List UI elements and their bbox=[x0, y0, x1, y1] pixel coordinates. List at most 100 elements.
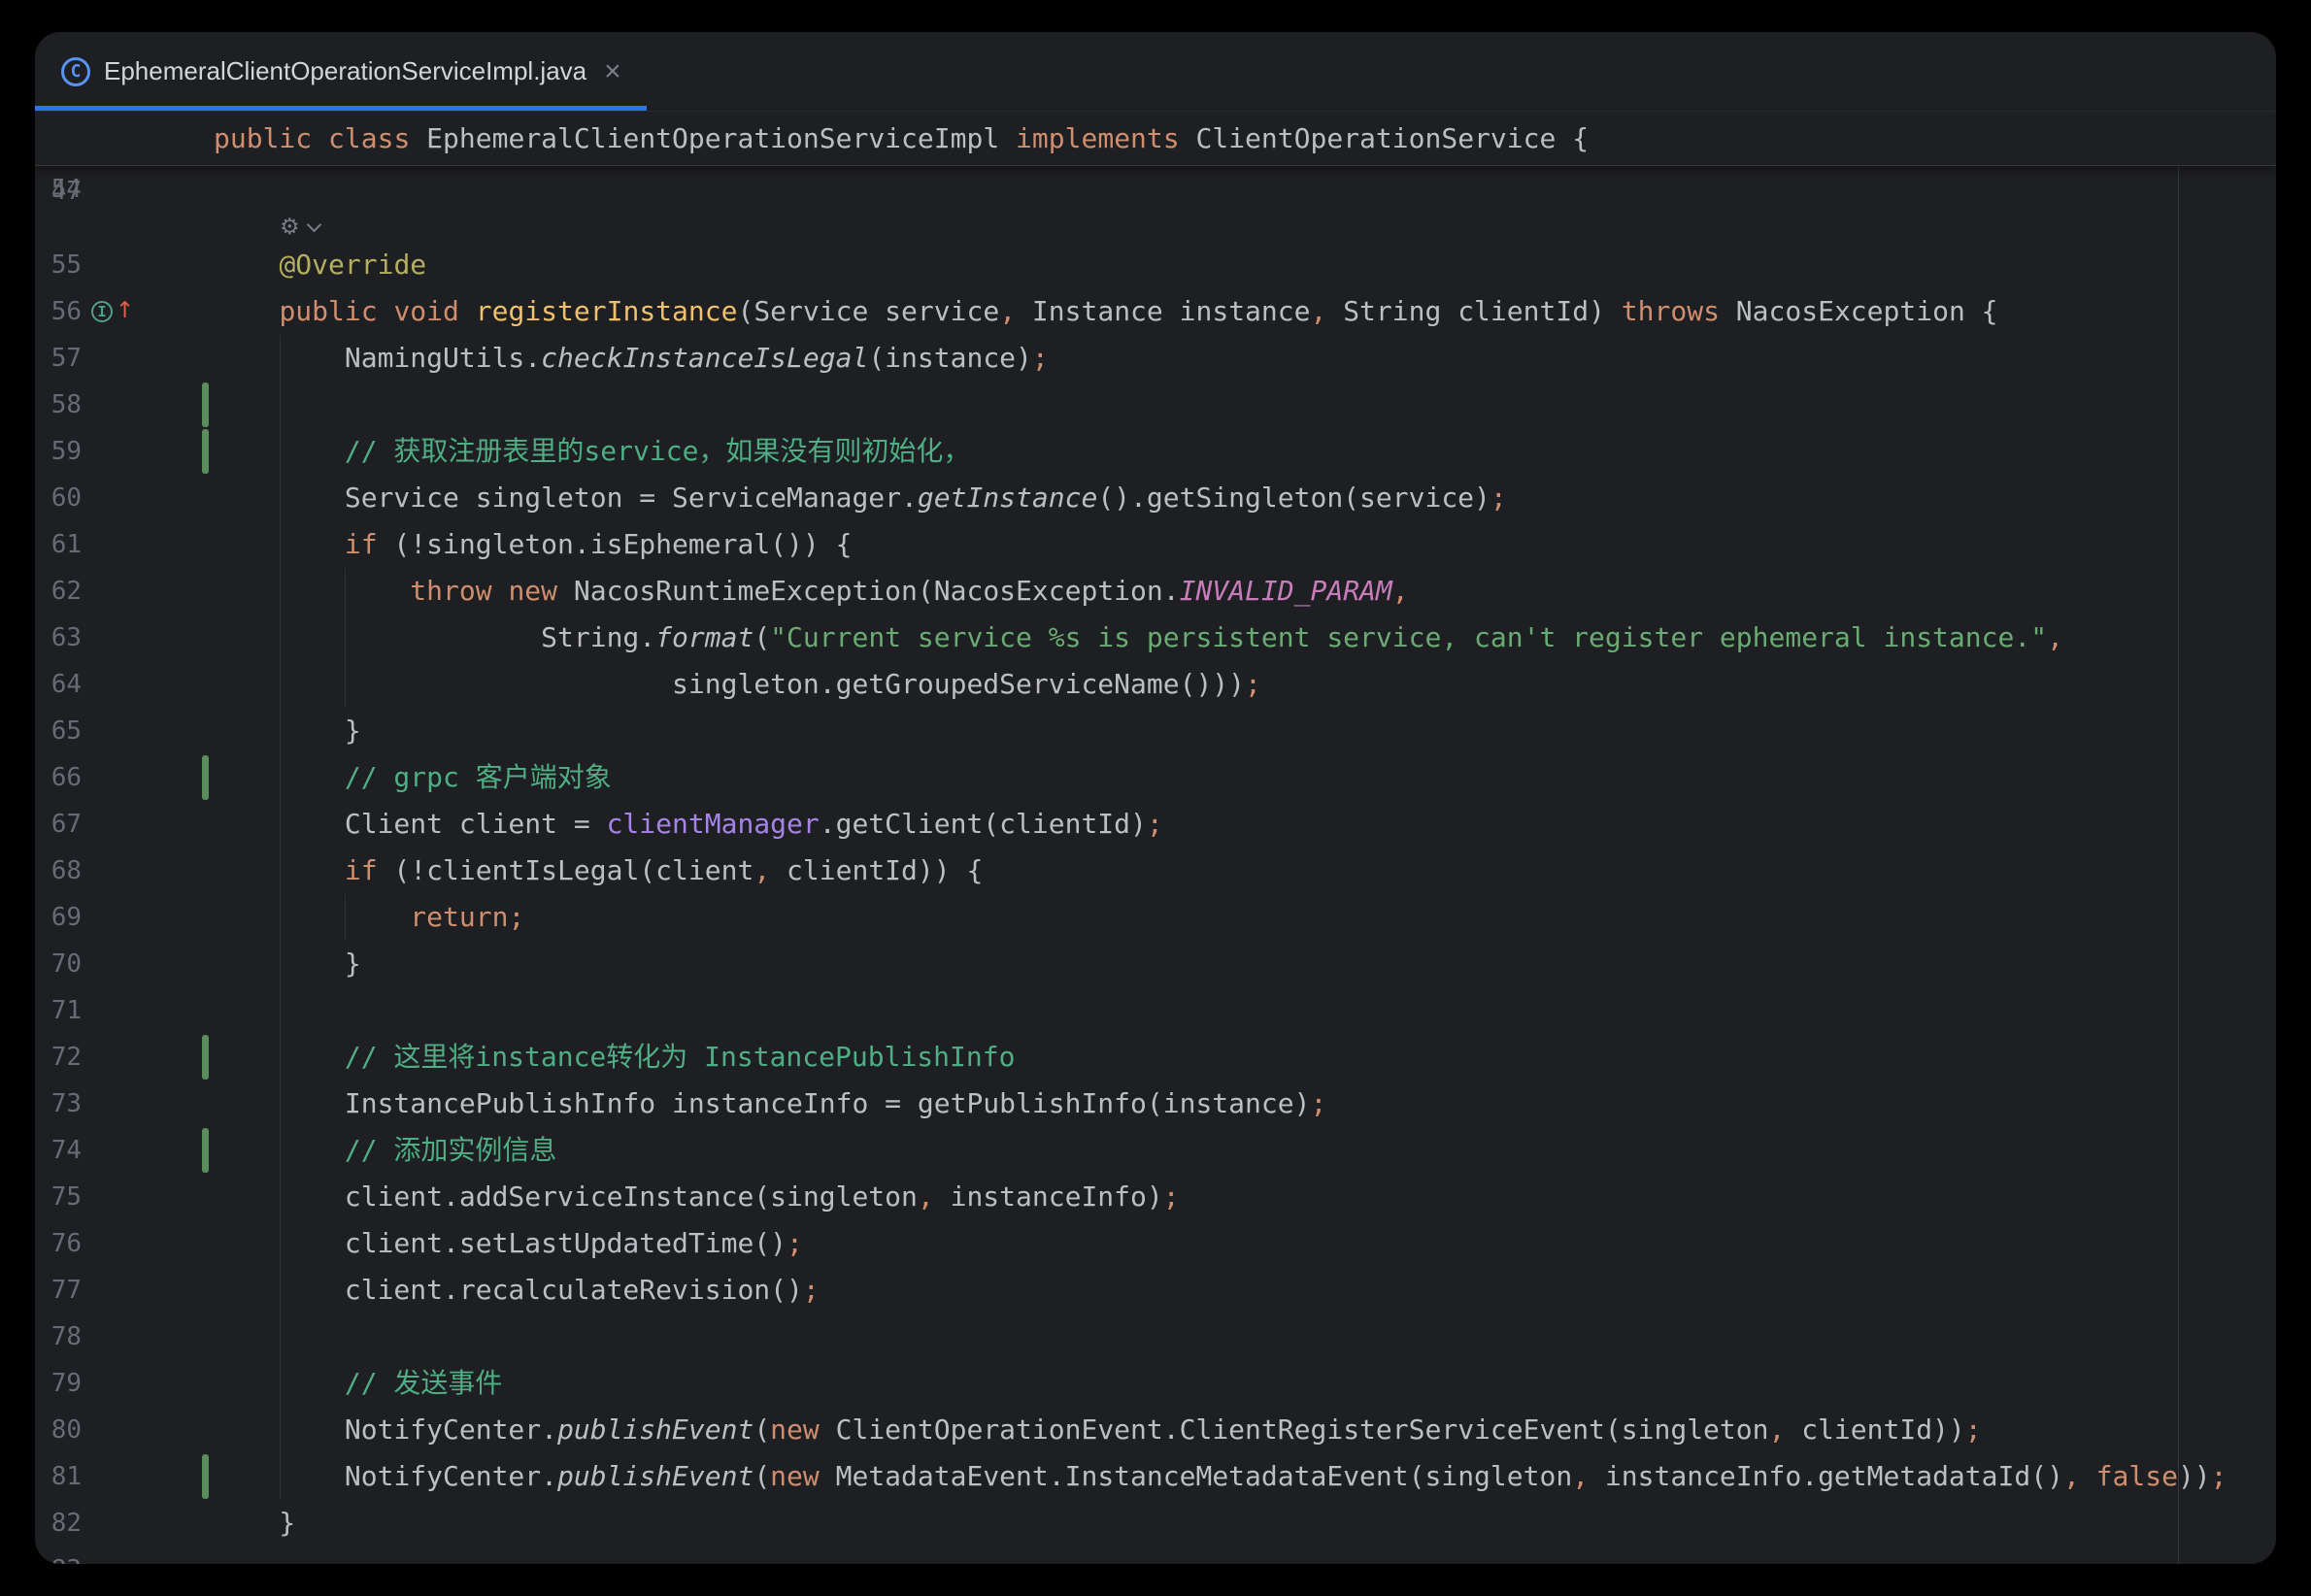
line-number[interactable]: 67 bbox=[35, 801, 82, 848]
vcs-change-marker[interactable] bbox=[202, 755, 209, 800]
line-number[interactable]: 47 bbox=[35, 165, 82, 218]
code-token: , bbox=[754, 854, 770, 886]
line-number[interactable]: 59 bbox=[35, 428, 82, 475]
code-token bbox=[214, 295, 279, 327]
code-line[interactable]: 74 // 添加实例信息 bbox=[35, 1127, 2276, 1174]
code-line[interactable]: 60 Service singleton = ServiceManager.ge… bbox=[35, 475, 2276, 521]
line-number[interactable]: 71 bbox=[35, 987, 82, 1034]
close-icon[interactable]: × bbox=[604, 57, 621, 86]
code-lines: 54⚙55 @Override56I↑ public void register… bbox=[35, 166, 2276, 1564]
code-line[interactable]: 80 NotifyCenter.publishEvent(new ClientO… bbox=[35, 1407, 2276, 1453]
code-line[interactable]: 66 // grpc 客户端对象 bbox=[35, 754, 2276, 801]
code-token: Client client = bbox=[214, 808, 607, 840]
code-token bbox=[214, 854, 345, 886]
code-line[interactable]: 77 client.recalculateRevision(); bbox=[35, 1267, 2276, 1313]
code-line[interactable]: 73 InstancePublishInfo instanceInfo = ge… bbox=[35, 1081, 2276, 1127]
code-line[interactable]: 81 NotifyCenter.publishEvent(new Metadat… bbox=[35, 1453, 2276, 1500]
line-number[interactable]: 77 bbox=[35, 1267, 82, 1313]
code-line[interactable]: 65 } bbox=[35, 708, 2276, 754]
code-line[interactable]: 58 bbox=[35, 382, 2276, 428]
code-line[interactable]: 76 client.setLastUpdatedTime(); bbox=[35, 1220, 2276, 1267]
code-line[interactable]: 57 NamingUtils.checkInstanceIsLegal(inst… bbox=[35, 335, 2276, 382]
code-token: String clientId) bbox=[1326, 295, 1621, 327]
vcs-change-marker[interactable] bbox=[202, 1454, 209, 1499]
line-number[interactable]: 83 bbox=[35, 1546, 82, 1564]
code-line[interactable]: 78 bbox=[35, 1313, 2276, 1360]
line-number[interactable]: 58 bbox=[35, 382, 82, 428]
line-number[interactable]: 62 bbox=[35, 568, 82, 615]
code-line[interactable]: 75 client.addServiceInstance(singleton, … bbox=[35, 1174, 2276, 1220]
code-line[interactable]: 72 // 这里将instance转化为 InstancePublishInfo bbox=[35, 1034, 2276, 1081]
code-text: // 这里将instance转化为 InstancePublishInfo bbox=[214, 1034, 1015, 1081]
code-token: ; bbox=[2211, 1460, 2227, 1492]
code-text: throw new NacosRuntimeException(NacosExc… bbox=[214, 568, 1409, 615]
line-number[interactable]: 64 bbox=[35, 661, 82, 708]
line-number[interactable]: 79 bbox=[35, 1360, 82, 1407]
code-line[interactable]: 59 // 获取注册表里的service，如果没有则初始化， bbox=[35, 428, 2276, 475]
code-token: ; bbox=[1163, 1180, 1180, 1213]
code-line[interactable]: 56I↑ public void registerInstance(Servic… bbox=[35, 288, 2276, 335]
code-token: new bbox=[508, 575, 557, 607]
code-token: // 这里将instance转化为 InstancePublishInfo bbox=[345, 1041, 1016, 1073]
line-number[interactable]: 61 bbox=[35, 521, 82, 568]
code-line[interactable]: 71 bbox=[35, 987, 2276, 1034]
code-line[interactable]: 79 // 发送事件 bbox=[35, 1360, 2276, 1407]
code-token: NacosRuntimeException(NacosException. bbox=[557, 575, 1180, 607]
code-token: NotifyCenter. bbox=[214, 1460, 557, 1492]
code-line[interactable]: 55 @Override bbox=[35, 242, 2276, 288]
code-token: implements bbox=[1016, 122, 1180, 154]
line-number[interactable]: 60 bbox=[35, 475, 82, 521]
vcs-change-marker[interactable] bbox=[202, 1128, 209, 1173]
code-token bbox=[378, 295, 394, 327]
line-number[interactable]: 82 bbox=[35, 1500, 82, 1546]
code-line[interactable]: 82 } bbox=[35, 1500, 2276, 1546]
code-text: client.setLastUpdatedTime(); bbox=[214, 1220, 803, 1267]
line-number[interactable]: 72 bbox=[35, 1034, 82, 1081]
inlay-hint-icon[interactable]: ⚙ bbox=[280, 213, 319, 242]
code-line[interactable]: 64 singleton.getGroupedServiceName())); bbox=[35, 661, 2276, 708]
code-line[interactable]: 69 return; bbox=[35, 894, 2276, 941]
code-line[interactable]: 83 bbox=[35, 1546, 2276, 1564]
line-number[interactable]: 69 bbox=[35, 894, 82, 941]
vcs-change-marker[interactable] bbox=[202, 429, 209, 474]
editor-body[interactable]: 54⚙55 @Override56I↑ public void register… bbox=[35, 166, 2276, 1564]
code-token: instanceInfo) bbox=[934, 1180, 1163, 1213]
code-token: client.recalculateRevision() bbox=[214, 1274, 803, 1306]
code-line[interactable]: 70 } bbox=[35, 941, 2276, 987]
tab-ephemeral-client-operation-service-impl[interactable]: C EphemeralClientOperationServiceImpl.ja… bbox=[35, 32, 647, 111]
code-line[interactable]: 62 throw new NacosRuntimeException(Nacos… bbox=[35, 568, 2276, 615]
line-number[interactable]: 70 bbox=[35, 941, 82, 987]
code-token: getInstance bbox=[918, 482, 1097, 514]
line-number[interactable]: 65 bbox=[35, 708, 82, 754]
line-number[interactable]: 57 bbox=[35, 335, 82, 382]
code-token: NacosException { bbox=[1720, 295, 1998, 327]
vcs-change-marker[interactable] bbox=[202, 382, 209, 427]
line-number[interactable]: 74 bbox=[35, 1127, 82, 1174]
line-number[interactable]: 75 bbox=[35, 1174, 82, 1220]
code-line[interactable]: 68 if (!clientIsLegal(client, clientId))… bbox=[35, 848, 2276, 894]
code-line[interactable]: 63 String.format("Current service %s is … bbox=[35, 615, 2276, 661]
line-number[interactable]: 68 bbox=[35, 848, 82, 894]
line-number[interactable]: 81 bbox=[35, 1453, 82, 1500]
line-number[interactable]: 78 bbox=[35, 1313, 82, 1360]
vcs-change-marker[interactable] bbox=[202, 1035, 209, 1080]
code-line[interactable]: 61 if (!singleton.isEphemeral()) { bbox=[35, 521, 2276, 568]
code-token: ; bbox=[1032, 342, 1049, 374]
code-token bbox=[214, 528, 345, 560]
line-number[interactable]: 63 bbox=[35, 615, 82, 661]
line-number[interactable]: 80 bbox=[35, 1407, 82, 1453]
code-token: (!clientIsLegal(client bbox=[378, 854, 754, 886]
code-token: ; bbox=[1490, 482, 1507, 514]
code-token bbox=[214, 901, 410, 933]
code-line[interactable]: 67 Client client = clientManager.getClie… bbox=[35, 801, 2276, 848]
code-token: )) bbox=[2178, 1460, 2211, 1492]
code-line[interactable]: 54 bbox=[35, 166, 2276, 213]
line-number[interactable]: 76 bbox=[35, 1220, 82, 1267]
code-text: NotifyCenter.publishEvent(new MetadataEv… bbox=[214, 1453, 2227, 1500]
code-token: throws bbox=[1622, 295, 1720, 327]
line-number[interactable]: 73 bbox=[35, 1081, 82, 1127]
code-text: public void registerInstance(Service ser… bbox=[214, 288, 1998, 335]
sticky-code: public class EphemeralClientOperationSer… bbox=[214, 112, 1589, 165]
sticky-line[interactable]: 47 public class EphemeralClientOperation… bbox=[35, 112, 2276, 166]
line-number[interactable]: 66 bbox=[35, 754, 82, 801]
